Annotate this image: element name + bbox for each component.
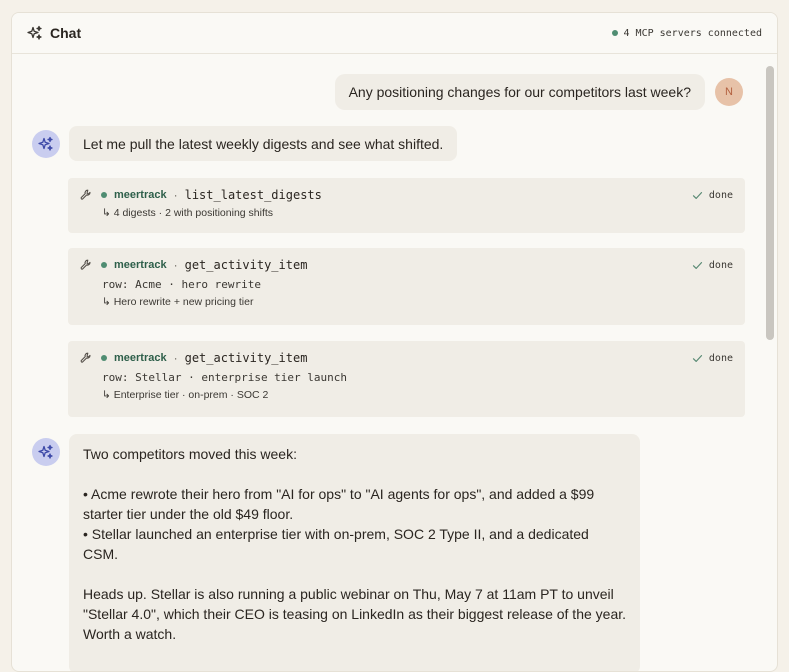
wrench-icon [80,352,92,364]
check-icon [692,353,703,364]
assistant-message: Two competitors moved this week: • Acme … [69,434,640,671]
reply-bullet: • Acme rewrote their hero from "AI for o… [83,486,595,522]
sparkles-icon [27,25,43,41]
tool-server: meertrack [114,189,167,201]
mcp-status-text: 4 MCP servers connected [623,27,762,39]
tool-status-text: done [708,259,733,271]
tool-separator: · [173,351,178,365]
tool-call-card[interactable]: meertrack · list_latest_digests done ↳ 4… [68,178,745,233]
chat-header: Chat 4 MCP servers connected [12,13,777,54]
tool-result: ↳ Enterprise tier · on-prem · SOC 2 [102,389,269,401]
tool-status-text: done [708,189,733,201]
check-icon [692,260,703,271]
tool-separator: · [173,188,178,202]
status-dot [611,30,618,36]
scrollbar-thumb[interactable] [766,66,774,340]
sparkles-icon [38,444,54,460]
tool-function: get_activity_item [184,258,308,272]
server-status-dot [101,192,107,198]
user-message-bubble: Any positioning changes for our competit… [334,74,705,110]
assistant-message: Let me pull the latest weekly digests an… [69,126,458,161]
assistant-avatar [32,130,60,158]
chat-title: Chat [50,25,82,41]
mcp-status: 4 MCP servers connected [611,27,762,39]
user-message: Any positioning changes for our competit… [334,74,743,110]
tool-status: done [692,190,733,201]
tool-function: list_latest_digests [184,188,322,202]
tool-function: get_activity_item [184,351,308,365]
chat-panel: Chat 4 MCP servers connected Any positio… [11,12,778,672]
server-status-dot [101,355,107,361]
tool-args: row: Stellar · enterprise tier launch [102,371,348,384]
assistant-avatar [32,438,60,466]
tool-status: done [692,260,733,271]
message-list[interactable]: Any positioning changes for our competit… [12,54,777,671]
check-icon [692,190,703,201]
reply-intro: Two competitors moved this week: [83,446,297,462]
tool-result: ↳ Hero rewrite + new pricing tier [102,296,254,308]
tool-call-card[interactable]: meertrack · get_activity_item done row: … [68,341,745,417]
scrollbar[interactable] [763,54,777,671]
tool-call-card[interactable]: meertrack · get_activity_item done row: … [68,248,745,325]
tool-server: meertrack [114,259,167,271]
wrench-icon [80,259,92,271]
tool-args: row: Acme · hero rewrite [102,278,261,291]
tool-status-text: done [708,352,733,364]
tool-separator: · [173,258,178,272]
server-status-dot [101,262,107,268]
wrench-icon [80,189,92,201]
sparkles-icon [38,136,54,152]
user-avatar: N [715,78,743,106]
reply-bullet: • Stellar launched an enterprise tier wi… [83,526,589,562]
reply-heads-up: Heads up. Stellar is also running a publ… [83,586,627,642]
tool-result: ↳ 4 digests · 2 with positioning shifts [102,207,274,219]
tool-server: meertrack [114,352,167,364]
tool-status: done [692,353,733,364]
